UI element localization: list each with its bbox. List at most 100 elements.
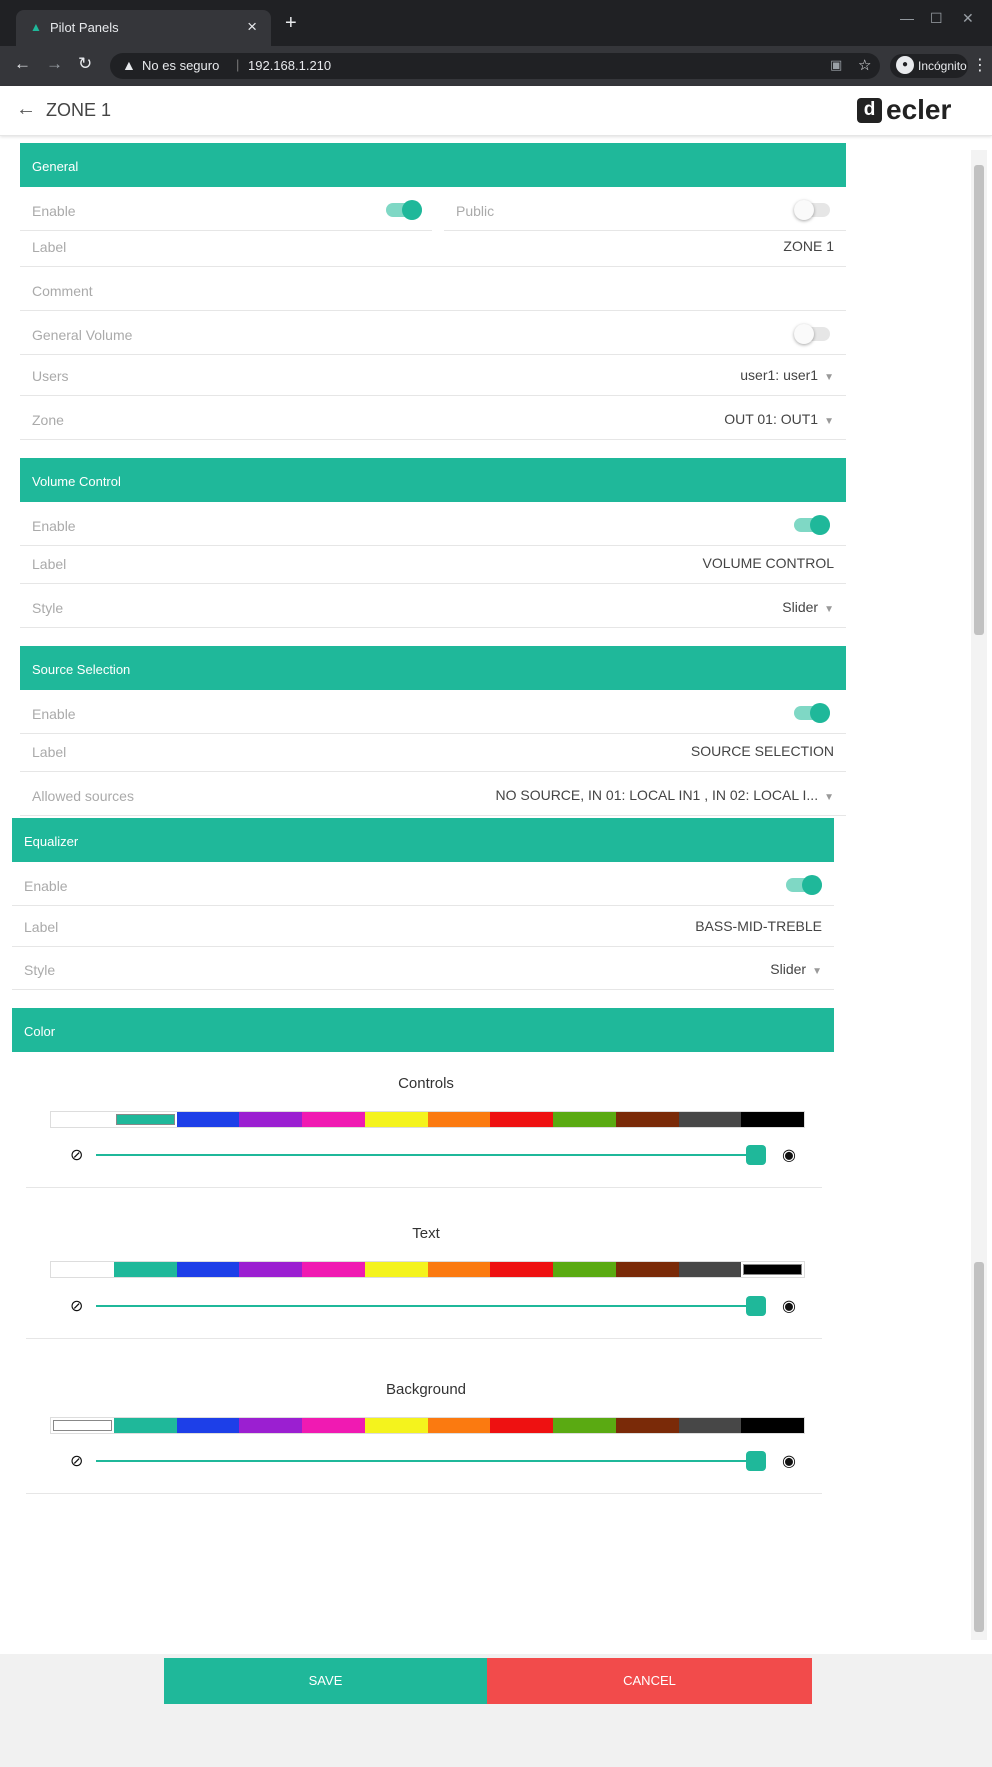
color-swatch[interactable]: [678, 1112, 742, 1127]
new-tab-icon[interactable]: +: [285, 12, 297, 35]
color-swatch[interactable]: [741, 1112, 804, 1127]
opacity-slider-handle[interactable]: [746, 1145, 766, 1165]
general-enable-toggle[interactable]: [386, 200, 422, 220]
opacity-slider-track[interactable]: [96, 1460, 750, 1462]
minimize-icon[interactable]: —: [900, 10, 914, 26]
source-label-row[interactable]: Label SOURCE SELECTION: [20, 728, 846, 772]
general-public-toggle[interactable]: [794, 200, 830, 220]
color-swatch[interactable]: [239, 1418, 302, 1433]
color-swatch[interactable]: [364, 1418, 428, 1433]
color-swatch[interactable]: [678, 1418, 742, 1433]
color-swatch[interactable]: [741, 1418, 804, 1433]
opacity-slider-track[interactable]: [96, 1305, 750, 1307]
reload-icon[interactable]: ↻: [78, 54, 92, 74]
color-swatch[interactable]: [302, 1112, 365, 1127]
source-label-value[interactable]: SOURCE SELECTION: [691, 743, 834, 759]
color-swatch[interactable]: [615, 1262, 679, 1277]
back-arrow-icon[interactable]: ←: [16, 98, 36, 121]
color-swatch[interactable]: [553, 1418, 616, 1433]
general-users-row[interactable]: Users user1: user1 ▼: [20, 352, 846, 396]
opacity-slider-track[interactable]: [96, 1154, 750, 1156]
incognito-badge[interactable]: ● Incógnito: [890, 54, 968, 78]
opacity-slider[interactable]: ⊘ ◉: [70, 1145, 810, 1165]
color-swatch[interactable]: [427, 1112, 491, 1127]
color-swatch[interactable]: [490, 1418, 553, 1433]
color-swatch[interactable]: [302, 1418, 365, 1433]
color-swatch[interactable]: [615, 1418, 679, 1433]
volume-enable-toggle[interactable]: [794, 515, 830, 535]
eq-label-row[interactable]: Label BASS-MID-TREBLE: [12, 903, 834, 947]
eq-label-value[interactable]: BASS-MID-TREBLE: [695, 918, 822, 934]
color-swatch[interactable]: [364, 1112, 428, 1127]
color-swatch[interactable]: [176, 1262, 240, 1277]
color-swatch[interactable]: [113, 1418, 177, 1433]
browser-tab[interactable]: ▲ Pilot Panels ×: [16, 10, 271, 46]
volume-label-value[interactable]: VOLUME CONTROL: [703, 555, 834, 571]
general-label-value[interactable]: ZONE 1: [783, 238, 834, 254]
zone-dropdown[interactable]: OUT 01: OUT1 ▼: [724, 411, 834, 427]
close-tab-icon[interactable]: ×: [247, 17, 257, 37]
url-text[interactable]: 192.168.1.210: [248, 58, 331, 73]
back-nav-icon[interactable]: ←: [14, 54, 31, 74]
general-comment-row[interactable]: Comment: [20, 267, 846, 311]
color-swatch[interactable]: [741, 1262, 804, 1277]
scrollbar[interactable]: [971, 150, 987, 1640]
save-button[interactable]: SAVE: [164, 1658, 487, 1704]
maximize-icon[interactable]: ☐: [930, 10, 943, 27]
color-swatch[interactable]: [113, 1262, 177, 1277]
color-palette[interactable]: [50, 1261, 805, 1278]
opacity-slider[interactable]: ⊘ ◉: [70, 1451, 810, 1471]
omnibox[interactable]: ▲ No es seguro | 192.168.1.210 ▣ ☆: [110, 53, 880, 79]
color-swatch[interactable]: [490, 1112, 553, 1127]
color-swatch[interactable]: [553, 1262, 616, 1277]
eq-style-row[interactable]: Style Slider ▼: [12, 946, 834, 990]
opacity-slider-handle[interactable]: [746, 1451, 766, 1471]
general-zone-row[interactable]: Zone OUT 01: OUT1 ▼: [20, 396, 846, 440]
color-swatch[interactable]: [364, 1262, 428, 1277]
scrollbar-thumb[interactable]: [974, 165, 984, 635]
general-users-label: Users: [32, 368, 69, 384]
color-swatch[interactable]: [176, 1112, 240, 1127]
eq-enable-toggle[interactable]: [786, 875, 822, 895]
source-allowed-row[interactable]: Allowed sources NO SOURCE, IN 01: LOCAL …: [20, 772, 846, 816]
translate-icon[interactable]: ▣: [830, 57, 842, 73]
color-swatch[interactable]: [176, 1418, 240, 1433]
allowed-sources-dropdown[interactable]: NO SOURCE, IN 01: LOCAL IN1 , IN 02: LOC…: [495, 787, 834, 803]
color-swatch[interactable]: [239, 1112, 302, 1127]
volume-label-row[interactable]: Label VOLUME CONTROL: [20, 540, 846, 584]
bookmark-star-icon[interactable]: ☆: [858, 56, 871, 74]
eye-off-icon: ⊘: [70, 1147, 84, 1164]
general-volume-toggle[interactable]: [794, 324, 830, 344]
color-palette[interactable]: [50, 1111, 805, 1128]
users-dropdown[interactable]: user1: user1 ▼: [740, 367, 834, 383]
color-palette[interactable]: [50, 1417, 805, 1434]
color-swatch[interactable]: [427, 1418, 491, 1433]
color-swatch[interactable]: [553, 1112, 616, 1127]
dropdown-caret-icon: ▼: [824, 604, 834, 615]
browser-menu-icon[interactable]: ⋮: [972, 55, 988, 75]
volume-style-dropdown[interactable]: Slider ▼: [782, 599, 834, 615]
volume-style-row[interactable]: Style Slider ▼: [20, 584, 846, 628]
color-swatch[interactable]: [302, 1262, 365, 1277]
forward-nav-icon[interactable]: →: [46, 54, 63, 74]
general-label-row[interactable]: Label ZONE 1: [20, 223, 846, 267]
color-swatch[interactable]: [113, 1112, 177, 1127]
color-swatch[interactable]: [51, 1262, 114, 1277]
source-enable-toggle[interactable]: [794, 703, 830, 723]
cancel-button[interactable]: CANCEL: [487, 1658, 812, 1704]
color-swatch[interactable]: [239, 1262, 302, 1277]
scrollbar-thumb-lower[interactable]: [974, 1262, 984, 1632]
eq-style-dropdown[interactable]: Slider ▼: [770, 961, 822, 977]
color-swatch[interactable]: [51, 1418, 114, 1433]
opacity-slider[interactable]: ⊘ ◉: [70, 1296, 810, 1316]
color-swatch[interactable]: [490, 1262, 553, 1277]
color-swatch[interactable]: [427, 1262, 491, 1277]
eq-style-value: Slider: [770, 961, 807, 977]
color-swatch[interactable]: [615, 1112, 679, 1127]
logo-mark-icon: d: [857, 98, 882, 123]
color-swatch[interactable]: [51, 1112, 114, 1127]
close-window-icon[interactable]: ✕: [962, 10, 974, 27]
opacity-slider-handle[interactable]: [746, 1296, 766, 1316]
eq-style-label: Style: [24, 962, 56, 978]
color-swatch[interactable]: [678, 1262, 742, 1277]
